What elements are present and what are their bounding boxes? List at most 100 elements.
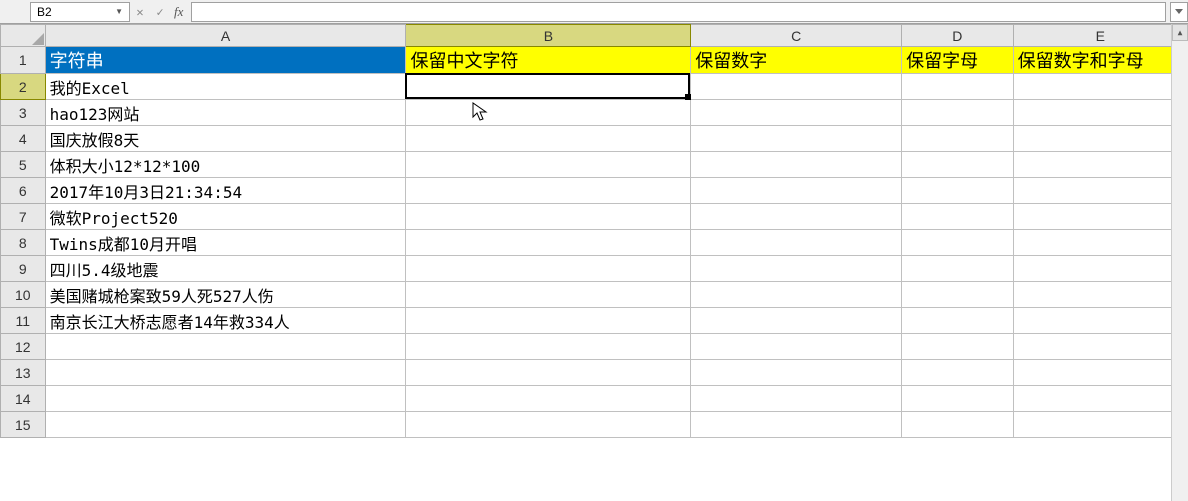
column-header-C[interactable]: C <box>691 25 902 47</box>
cell-A3[interactable]: hao123网站 <box>45 100 406 126</box>
cell-B9[interactable] <box>406 256 691 282</box>
dropdown-icon[interactable]: ▼ <box>115 7 123 16</box>
cell-A14[interactable] <box>45 386 406 412</box>
cell-D11[interactable] <box>902 308 1014 334</box>
cell-D8[interactable] <box>902 230 1014 256</box>
cell-E14[interactable] <box>1013 386 1187 412</box>
row-header-1[interactable]: 1 <box>1 47 46 74</box>
column-header-E[interactable]: E <box>1013 25 1187 47</box>
cell-E13[interactable] <box>1013 360 1187 386</box>
cell-D5[interactable] <box>902 152 1014 178</box>
cell-B7[interactable] <box>406 204 691 230</box>
row-header-11[interactable]: 11 <box>1 308 46 334</box>
cell-D4[interactable] <box>902 126 1014 152</box>
cell-C13[interactable] <box>691 360 902 386</box>
cell-C6[interactable] <box>691 178 902 204</box>
formula-input[interactable] <box>191 2 1166 22</box>
cell-B14[interactable] <box>406 386 691 412</box>
cell-B6[interactable] <box>406 178 691 204</box>
cell-D13[interactable] <box>902 360 1014 386</box>
cell-C15[interactable] <box>691 412 902 438</box>
column-header-D[interactable]: D <box>902 25 1014 47</box>
cell-B5[interactable] <box>406 152 691 178</box>
cell-D7[interactable] <box>902 204 1014 230</box>
cell-A13[interactable] <box>45 360 406 386</box>
cell-B8[interactable] <box>406 230 691 256</box>
cell-A8[interactable]: Twins成都10月开唱 <box>45 230 406 256</box>
cell-A12[interactable] <box>45 334 406 360</box>
cell-C14[interactable] <box>691 386 902 412</box>
cell-E5[interactable] <box>1013 152 1187 178</box>
expand-formula-icon[interactable] <box>1170 2 1188 22</box>
vertical-scrollbar[interactable]: ▲ <box>1171 24 1188 501</box>
cell-B10[interactable] <box>406 282 691 308</box>
row-header-2[interactable]: 2 <box>1 74 46 100</box>
row-header-14[interactable]: 14 <box>1 386 46 412</box>
cell-A4[interactable]: 国庆放假8天 <box>45 126 406 152</box>
cell-A5[interactable]: 体积大小12*12*100 <box>45 152 406 178</box>
row-header-13[interactable]: 13 <box>1 360 46 386</box>
cell-C12[interactable] <box>691 334 902 360</box>
cell-B15[interactable] <box>406 412 691 438</box>
row-header-6[interactable]: 6 <box>1 178 46 204</box>
cell-C2[interactable] <box>691 74 902 100</box>
cell-D14[interactable] <box>902 386 1014 412</box>
column-header-A[interactable]: A <box>45 25 406 47</box>
cell-B1[interactable]: 保留中文字符 <box>406 47 691 74</box>
cell-E3[interactable] <box>1013 100 1187 126</box>
cell-B12[interactable] <box>406 334 691 360</box>
cell-A10[interactable]: 美国赌城枪案致59人死527人伤 <box>45 282 406 308</box>
cell-A15[interactable] <box>45 412 406 438</box>
cell-E11[interactable] <box>1013 308 1187 334</box>
cell-D15[interactable] <box>902 412 1014 438</box>
cell-E12[interactable] <box>1013 334 1187 360</box>
cell-A7[interactable]: 微软Project520 <box>45 204 406 230</box>
cell-E8[interactable] <box>1013 230 1187 256</box>
cell-E1[interactable]: 保留数字和字母 <box>1013 47 1187 74</box>
cell-A9[interactable]: 四川5.4级地震 <box>45 256 406 282</box>
column-header-B[interactable]: B <box>406 25 691 47</box>
cell-B3[interactable] <box>406 100 691 126</box>
row-header-8[interactable]: 8 <box>1 230 46 256</box>
name-box[interactable]: B2 ▼ <box>30 2 130 22</box>
cell-B11[interactable] <box>406 308 691 334</box>
cell-A2[interactable]: 我的Excel <box>45 74 406 100</box>
cell-A1[interactable]: 字符串 <box>45 47 406 74</box>
cell-C10[interactable] <box>691 282 902 308</box>
cell-C4[interactable] <box>691 126 902 152</box>
row-header-10[interactable]: 10 <box>1 282 46 308</box>
cell-D12[interactable] <box>902 334 1014 360</box>
cell-C7[interactable] <box>691 204 902 230</box>
cell-B13[interactable] <box>406 360 691 386</box>
row-header-4[interactable]: 4 <box>1 126 46 152</box>
cell-D1[interactable]: 保留字母 <box>902 47 1014 74</box>
cell-C5[interactable] <box>691 152 902 178</box>
row-header-7[interactable]: 7 <box>1 204 46 230</box>
row-header-5[interactable]: 5 <box>1 152 46 178</box>
row-header-15[interactable]: 15 <box>1 412 46 438</box>
cell-B2[interactable] <box>406 74 691 100</box>
cell-C3[interactable] <box>691 100 902 126</box>
cell-B4[interactable] <box>406 126 691 152</box>
cell-C8[interactable] <box>691 230 902 256</box>
cell-E10[interactable] <box>1013 282 1187 308</box>
cell-E4[interactable] <box>1013 126 1187 152</box>
cell-C9[interactable] <box>691 256 902 282</box>
cell-C11[interactable] <box>691 308 902 334</box>
cell-D3[interactable] <box>902 100 1014 126</box>
fx-icon[interactable]: fx <box>174 4 183 20</box>
cell-D9[interactable] <box>902 256 1014 282</box>
cell-E2[interactable] <box>1013 74 1187 100</box>
cell-E9[interactable] <box>1013 256 1187 282</box>
row-header-3[interactable]: 3 <box>1 100 46 126</box>
cell-E7[interactable] <box>1013 204 1187 230</box>
cell-A11[interactable]: 南京长江大桥志愿者14年救334人 <box>45 308 406 334</box>
scroll-up-icon[interactable]: ▲ <box>1172 24 1188 41</box>
cell-D6[interactable] <box>902 178 1014 204</box>
cell-E15[interactable] <box>1013 412 1187 438</box>
row-header-12[interactable]: 12 <box>1 334 46 360</box>
cell-A6[interactable]: 2017年10月3日21:34:54 <box>45 178 406 204</box>
select-all-corner[interactable] <box>1 25 46 47</box>
cell-D10[interactable] <box>902 282 1014 308</box>
cell-E6[interactable] <box>1013 178 1187 204</box>
